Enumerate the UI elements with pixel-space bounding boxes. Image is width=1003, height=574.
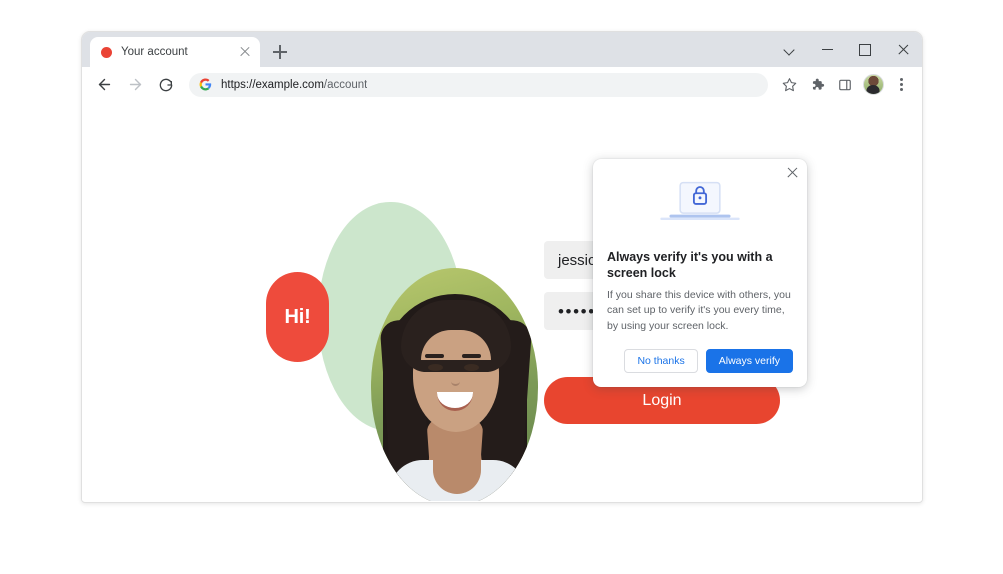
url-text: https://example.com/account xyxy=(221,79,367,91)
popup-body: If you share this device with others, yo… xyxy=(607,288,791,333)
maximize-icon[interactable] xyxy=(846,32,884,67)
page-content: Hi! W Please jessic xyxy=(82,102,922,501)
back-arrow-icon[interactable] xyxy=(90,71,118,99)
always-verify-button[interactable]: Always verify xyxy=(705,348,793,373)
popup-close-icon[interactable] xyxy=(786,166,799,179)
popup-actions: No thanks Always verify xyxy=(593,335,807,373)
side-panel-icon[interactable] xyxy=(832,72,858,98)
photo-hair-front xyxy=(401,300,511,372)
forward-arrow-icon[interactable] xyxy=(121,71,149,99)
star-icon[interactable] xyxy=(776,72,802,98)
url-path: /account xyxy=(323,78,368,91)
red-circle-favicon xyxy=(101,46,112,58)
window-controls xyxy=(770,32,922,67)
three-dot-menu-icon[interactable] xyxy=(888,72,914,98)
laptop-lock-icon xyxy=(593,159,807,243)
photo-brow-right xyxy=(462,354,481,358)
greeting-label: Hi! xyxy=(284,305,311,328)
photo-eye-left xyxy=(428,364,443,371)
google-g-icon xyxy=(199,78,212,91)
reload-icon[interactable] xyxy=(152,71,180,99)
browser-window: Your account https://example.com/account… xyxy=(81,31,923,503)
url-host: https://example.com xyxy=(221,78,324,91)
profile-photo xyxy=(371,268,538,501)
photo-eye-right xyxy=(464,364,479,371)
avatar[interactable] xyxy=(860,72,886,98)
tab-title: Your account xyxy=(121,46,188,58)
browser-toolbar: https://example.com/account xyxy=(82,67,922,102)
greeting-pill: Hi! xyxy=(266,272,329,362)
puzzle-piece-icon[interactable] xyxy=(804,72,830,98)
new-tab-button[interactable] xyxy=(267,39,293,65)
popup-heading: Always verify it's you with a screen loc… xyxy=(607,250,773,281)
hero-illustration: Hi! xyxy=(178,202,578,501)
address-bar[interactable]: https://example.com/account xyxy=(189,72,768,97)
tab-close-icon[interactable] xyxy=(238,45,252,59)
minimize-icon[interactable] xyxy=(808,32,846,67)
username-value: jessic xyxy=(558,251,596,269)
photo-shirt xyxy=(389,454,527,501)
no-thanks-button[interactable]: No thanks xyxy=(624,348,698,373)
tab-strip: Your account xyxy=(82,32,922,67)
chevron-down-icon[interactable] xyxy=(770,32,808,67)
screen-lock-popup: Always verify it's you with a screen loc… xyxy=(593,159,807,387)
photo-nose xyxy=(451,376,460,386)
browser-tab[interactable]: Your account xyxy=(90,37,260,67)
photo-brow-left xyxy=(425,354,444,358)
close-window-icon[interactable] xyxy=(884,32,922,67)
